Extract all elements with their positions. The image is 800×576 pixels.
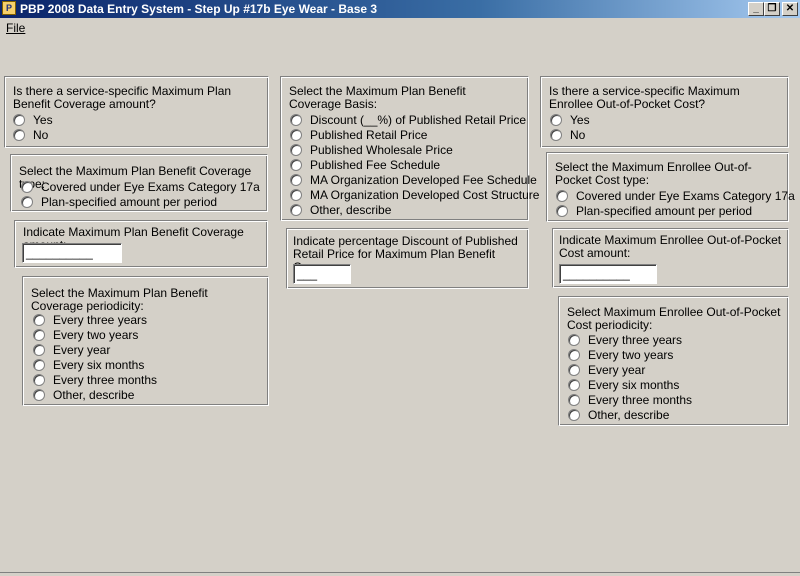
radio-button[interactable]: [568, 334, 580, 346]
radio-button[interactable]: [550, 129, 562, 141]
question-label: Select Maximum Enrollee Out-of-Pocket Co…: [567, 305, 781, 332]
radio-button[interactable]: [556, 190, 568, 202]
option-label: Published Retail Price: [310, 128, 428, 142]
radio-button[interactable]: [568, 394, 580, 406]
radio-button[interactable]: [290, 129, 302, 141]
option-label: Every two years: [53, 328, 139, 342]
menu-bar: File: [0, 20, 800, 36]
option-label: Every year: [53, 343, 111, 357]
menu-file[interactable]: File: [6, 20, 25, 36]
coverage-basis-panel: Select the Maximum Plan Benefit Coverage…: [280, 76, 539, 221]
enrollee-oop-question-panel: Is there a service-specific Maximum Enro…: [540, 76, 789, 148]
radio-button[interactable]: [33, 374, 45, 386]
radio-button[interactable]: [33, 314, 45, 326]
option-label: Other, describe: [310, 203, 392, 217]
radio-button[interactable]: [568, 379, 580, 391]
option-label: Every three months: [53, 373, 158, 387]
option-label: Discount (__%) of Published Retail Price: [310, 113, 527, 127]
radio-button[interactable]: [568, 364, 580, 376]
option-label: No: [570, 128, 586, 142]
radio-button[interactable]: [21, 196, 33, 208]
oop-amount-input[interactable]: __________: [559, 264, 657, 284]
enrollee-oop-periodicity-panel: Select Maximum Enrollee Out-of-Pocket Co…: [558, 296, 789, 426]
radio-button[interactable]: [556, 205, 568, 217]
option-label: Covered under Eye Exams Category 17a: [576, 189, 795, 203]
option-label: Yes: [570, 113, 590, 127]
option-label: Every year: [588, 363, 646, 377]
radio-button[interactable]: [33, 359, 45, 371]
radio-button[interactable]: [290, 204, 302, 216]
radio-button[interactable]: [290, 114, 302, 126]
plan-benefit-coverage-amount-panel: Indicate Maximum Plan Benefit Coverage a…: [14, 220, 268, 268]
option-label: Published Fee Schedule: [310, 158, 441, 172]
radio-button[interactable]: [33, 344, 45, 356]
radio-button[interactable]: [290, 174, 302, 186]
option-label: Every three years: [588, 333, 683, 347]
question-label: Select the Maximum Plan Benefit Coverage…: [289, 84, 466, 111]
radio-button[interactable]: [568, 349, 580, 361]
option-label: Published Wholesale Price: [310, 143, 453, 157]
option-label: No: [33, 128, 49, 142]
coverage-amount-input[interactable]: __________: [22, 243, 122, 263]
discount-percentage-input[interactable]: ___: [293, 264, 351, 284]
radio-button[interactable]: [33, 329, 45, 341]
radio-button[interactable]: [13, 129, 25, 141]
option-label: Covered under Eye Exams Category 17a: [41, 180, 260, 194]
radio-button[interactable]: [21, 181, 33, 193]
question-label: Is there a service-specific Maximum Plan…: [13, 84, 232, 111]
bottom-border: [0, 572, 800, 573]
option-label: Plan-specified amount per period: [41, 195, 218, 209]
option-label: Plan-specified amount per period: [576, 204, 753, 218]
radio-button[interactable]: [550, 114, 562, 126]
question-label: Select the Maximum Enrollee Out-of-Pocke…: [555, 160, 752, 187]
enrollee-oop-type-panel: Select the Maximum Enrollee Out-of-Pocke…: [546, 152, 795, 222]
menu-file-label: File: [6, 21, 26, 35]
option-label: Other, describe: [53, 388, 135, 402]
question-label: Select the Maximum Plan Benefit Coverage…: [31, 286, 208, 313]
option-label: Every six months: [53, 358, 145, 372]
app-icon: P: [2, 1, 16, 15]
radio-button[interactable]: [290, 189, 302, 201]
discount-percentage-panel: Indicate percentage Discount of Publishe…: [286, 228, 529, 289]
plan-benefit-coverage-periodicity-panel: Select the Maximum Plan Benefit Coverage…: [22, 276, 269, 406]
question-label: Indicate Maximum Enrollee Out-of-Pocket …: [559, 233, 782, 260]
option-label: Every two years: [588, 348, 674, 362]
plan-benefit-coverage-type-panel: Select the Maximum Plan Benefit Coverage…: [10, 154, 268, 212]
title-bar: P PBP 2008 Data Entry System - Step Up #…: [0, 0, 800, 18]
radio-button[interactable]: [290, 144, 302, 156]
option-label: Every three months: [588, 393, 693, 407]
option-label: Other, describe: [588, 408, 670, 422]
radio-button[interactable]: [290, 159, 302, 171]
option-label: Every six months: [588, 378, 680, 392]
option-label: Every three years: [53, 313, 148, 327]
radio-button[interactable]: [13, 114, 25, 126]
radio-button[interactable]: [568, 409, 580, 421]
option-label: MA Organization Developed Cost Structure: [310, 188, 540, 202]
enrollee-oop-amount-panel: Indicate Maximum Enrollee Out-of-Pocket …: [552, 228, 789, 288]
option-label: MA Organization Developed Fee Schedule: [310, 173, 537, 187]
restore-button[interactable]: ❐: [764, 2, 780, 16]
option-label: Yes: [33, 113, 53, 127]
question-label: Is there a service-specific Maximum Enro…: [549, 84, 740, 111]
close-button[interactable]: ✕: [782, 2, 798, 16]
plan-benefit-coverage-question-panel: Is there a service-specific Maximum Plan…: [4, 76, 269, 148]
window-title: PBP 2008 Data Entry System - Step Up #17…: [20, 2, 378, 16]
minimize-button[interactable]: _: [748, 2, 764, 16]
radio-button[interactable]: [33, 389, 45, 401]
